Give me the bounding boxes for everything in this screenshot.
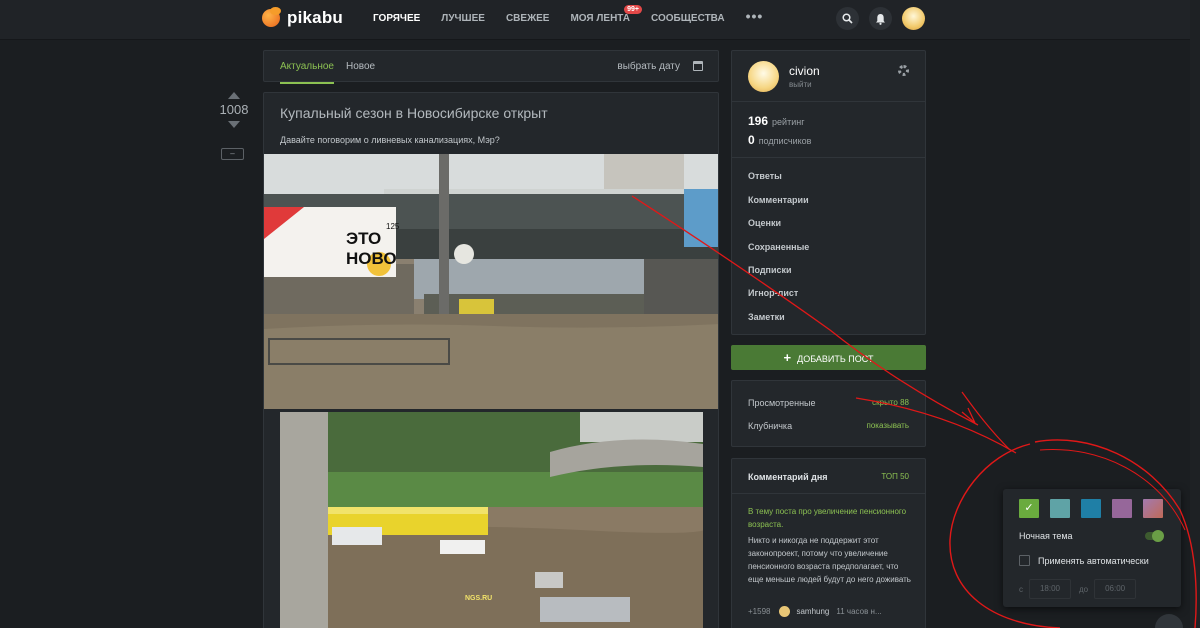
calendar-icon[interactable] xyxy=(693,61,703,71)
hide-post-button[interactable]: – xyxy=(221,148,244,160)
profile-link-answers[interactable]: Ответы xyxy=(748,171,782,181)
profile-username[interactable]: civion xyxy=(789,64,820,78)
subscribers-value: 0 xyxy=(748,133,755,147)
billboard-text-2: НОВО xyxy=(346,249,397,268)
top-bar: pikabu ГОРЯЧЕЕ ЛУЧШЕЕ СВЕЖЕЕ МОЯ ЛЕНТА 9… xyxy=(0,0,1200,40)
gear-icon[interactable] xyxy=(898,65,909,76)
tab-current[interactable]: Актуальное xyxy=(280,61,334,84)
add-post-button[interactable]: + ДОБАВИТЬ ПОСТ xyxy=(731,345,926,370)
feed-badge: 99+ xyxy=(624,5,643,14)
post-rating: 1008 xyxy=(219,102,249,117)
from-time-input[interactable]: 18:00 xyxy=(1029,579,1071,599)
auto-apply-label: Применять автоматически xyxy=(1038,555,1149,566)
nav-my-feed-label: МОЯ ЛЕНТА xyxy=(570,13,631,24)
pikabu-logo-icon xyxy=(262,7,281,27)
profile-link-ratings[interactable]: Оценки xyxy=(748,218,781,228)
billboard-side-number: 125 xyxy=(386,222,400,231)
profile-rating: 196 рейтинг xyxy=(748,114,804,128)
tab-new[interactable]: Новое xyxy=(346,61,375,72)
rating-label: рейтинг xyxy=(772,117,805,127)
theme-popup: ✓ Ночная тема Применять автоматически с … xyxy=(1003,489,1181,607)
post-image-flooded-street[interactable]: NGS.RU xyxy=(280,412,703,628)
divider xyxy=(732,493,925,494)
nav-communities[interactable]: СООБЩЕСТВА xyxy=(651,13,725,24)
comment-of-day-card: Комментарий дня ТОП 50 В тему поста про … xyxy=(731,458,926,628)
billboard-text-1: ЭТО xyxy=(346,229,381,248)
filter-viewed-value[interactable]: скрыто 88 xyxy=(872,398,909,407)
to-label: до xyxy=(1079,584,1089,594)
add-post-label: ДОБАВИТЬ ПОСТ xyxy=(797,354,874,364)
divider xyxy=(732,157,925,158)
profile-link-ignore-list[interactable]: Игнор-лист xyxy=(748,288,798,298)
main-nav: ГОРЯЧЕЕ ЛУЧШЕЕ СВЕЖЕЕ МОЯ ЛЕНТА 99+ СООБ… xyxy=(373,5,763,24)
more-menu-icon[interactable]: ••• xyxy=(746,8,764,24)
post-text: Давайте поговорим о ливневых канализация… xyxy=(280,135,500,145)
filters-card: Просмотренные скрыто 88 Клубничка показы… xyxy=(731,380,926,447)
top-50-link[interactable]: ТОП 50 xyxy=(881,472,909,481)
theme-swatch-green[interactable]: ✓ xyxy=(1019,499,1039,518)
comment-text: Никто и никогда не поддержит этот законо… xyxy=(748,536,911,584)
upvote-arrow-icon[interactable] xyxy=(228,92,240,99)
header-actions xyxy=(836,7,925,30)
filter-nsfw-label: Клубничка xyxy=(748,421,793,431)
search-button[interactable] xyxy=(836,7,859,30)
page-scrollbar[interactable] xyxy=(1190,0,1200,628)
from-label: с xyxy=(1019,584,1023,594)
notifications-button[interactable] xyxy=(869,7,892,30)
profile-link-saved[interactable]: Сохраненные xyxy=(748,242,809,252)
nav-hot[interactable]: ГОРЯЧЕЕ xyxy=(373,13,420,24)
to-time-input[interactable]: 06:00 xyxy=(1094,579,1137,599)
filter-viewed[interactable]: Просмотренные скрыто 88 xyxy=(748,398,909,408)
auto-apply-option[interactable]: Применять автоматически xyxy=(1019,555,1149,566)
search-icon xyxy=(842,13,853,24)
subscribers-label: подписчиков xyxy=(758,136,812,146)
check-icon: ✓ xyxy=(1024,502,1034,514)
feed-tabs: Актуальное Новое выбрать дату xyxy=(263,50,719,84)
downvote-arrow-icon[interactable] xyxy=(228,121,240,128)
night-theme-label: Ночная тема xyxy=(1019,531,1073,541)
nav-best[interactable]: ЛУЧШЕЕ xyxy=(441,13,485,24)
image-watermark: NGS.RU xyxy=(465,595,492,602)
commenter-avatar[interactable] xyxy=(779,606,791,617)
theme-swatch-purple[interactable] xyxy=(1112,499,1132,518)
commenter-name[interactable]: samhung xyxy=(796,607,829,616)
comment-time: 11 часов н... xyxy=(836,607,882,616)
post-card: Купальный сезон в Новосибирске открыт Да… xyxy=(263,92,719,628)
post-title[interactable]: Купальный сезон в Новосибирске открыт xyxy=(280,105,548,121)
choose-date-link[interactable]: выбрать дату xyxy=(617,61,680,72)
scroll-top-button[interactable] xyxy=(1155,614,1183,628)
theme-schedule: с 18:00 до 06:00 xyxy=(1019,579,1144,599)
theme-swatch-gradient[interactable] xyxy=(1143,499,1163,518)
post-image-flooded-underpass[interactable]: ЭТО НОВО 125 xyxy=(264,154,718,409)
pikabu-logo[interactable]: pikabu xyxy=(262,7,343,28)
comment-score: +1598 xyxy=(748,607,771,616)
profile-link-notes[interactable]: Заметки xyxy=(748,312,785,322)
rating-value: 196 xyxy=(748,114,769,128)
logo-text: pikabu xyxy=(287,8,343,27)
comment-post-link[interactable]: В тему поста про увеличение пенсионного … xyxy=(748,505,908,531)
divider xyxy=(732,101,925,102)
theme-swatch-blue[interactable] xyxy=(1081,499,1101,518)
theme-swatches: ✓ xyxy=(1019,499,1174,518)
vote-block: 1008 xyxy=(218,92,250,128)
bell-icon xyxy=(876,13,885,25)
plus-icon: + xyxy=(783,350,792,365)
profile-avatar[interactable] xyxy=(748,61,779,92)
night-theme-toggle[interactable] xyxy=(1145,530,1164,542)
profile-link-comments[interactable]: Комментарии xyxy=(748,195,809,205)
nav-fresh[interactable]: СВЕЖЕЕ xyxy=(506,13,550,24)
profile-link-subscriptions[interactable]: Подписки xyxy=(748,265,792,275)
nav-my-feed[interactable]: МОЯ ЛЕНТА 99+ xyxy=(570,5,643,24)
user-avatar[interactable] xyxy=(902,7,925,30)
comment-of-day-title: Комментарий дня xyxy=(748,472,828,482)
profile-card: civion выйти 196 рейтинг 0 подписчиков Отв… xyxy=(731,50,926,335)
filter-nsfw-value[interactable]: показывать xyxy=(867,421,910,430)
auto-apply-checkbox[interactable] xyxy=(1019,555,1030,566)
theme-swatch-teal[interactable] xyxy=(1050,499,1070,518)
filter-nsfw[interactable]: Клубничка показывать xyxy=(748,421,909,431)
logout-link[interactable]: выйти xyxy=(789,80,812,89)
filter-viewed-label: Просмотренные xyxy=(748,398,816,408)
profile-subscribers: 0 подписчиков xyxy=(748,133,811,147)
comment-footer: +1598 samhung 11 часов н... xyxy=(748,606,882,617)
